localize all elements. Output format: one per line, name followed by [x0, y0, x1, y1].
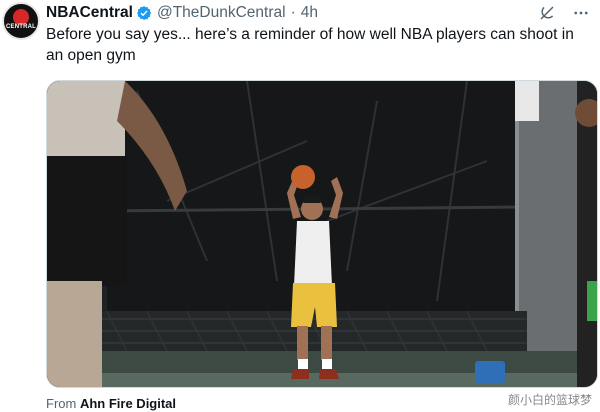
source-name-link[interactable]: Ahn Fire Digital — [80, 396, 176, 411]
more-icon[interactable] — [572, 4, 590, 22]
verified-badge-icon — [136, 6, 152, 20]
gym-video-frame — [47, 81, 597, 387]
separator: · — [290, 4, 296, 21]
display-name[interactable]: NBACentral — [46, 4, 133, 22]
tweet-video[interactable] — [46, 80, 598, 388]
grok-icon[interactable] — [538, 4, 556, 22]
watermark: 颜小白的篮球梦 — [507, 393, 592, 407]
handle[interactable]: @TheDunkCentral — [157, 4, 286, 22]
video-source-attribution: From Ahn Fire Digital — [46, 396, 176, 411]
tweet-header: NBACentral @TheDunkCentral · 4h — [46, 3, 590, 23]
timestamp[interactable]: 4h — [301, 4, 318, 22]
avatar-logo-text: CENTRAL — [5, 24, 37, 30]
avatar[interactable]: CENTRAL — [2, 2, 40, 40]
avatar-basketball-logo — [13, 9, 29, 25]
tweet-text: Before you say yes... here’s a reminder … — [46, 26, 574, 64]
source-prefix: From — [46, 396, 77, 411]
